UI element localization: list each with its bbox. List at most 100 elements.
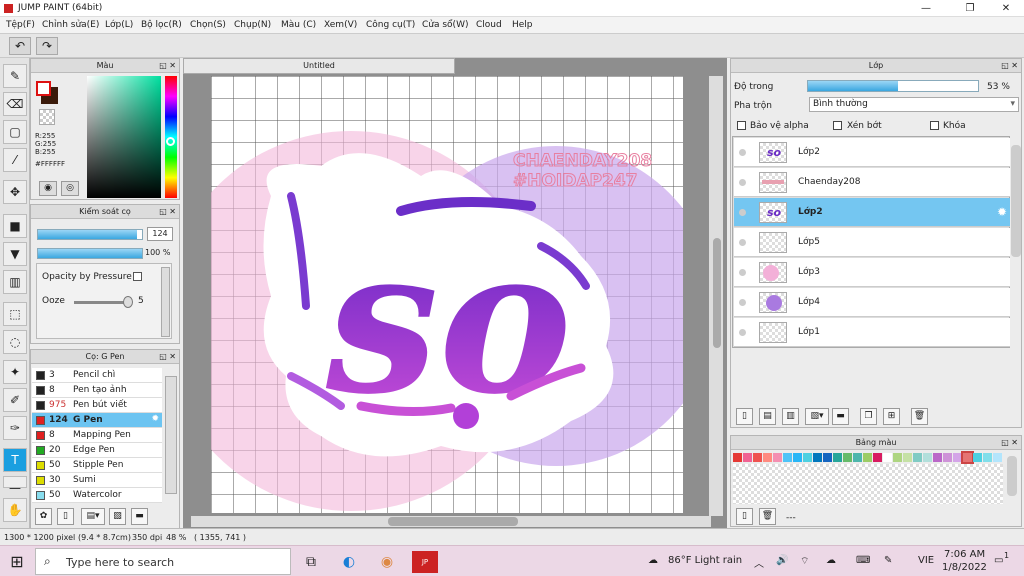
brush-list-scrollbar[interactable] <box>165 376 177 494</box>
menu-edit[interactable]: Chỉnh sửa(E) <box>42 20 99 30</box>
menu-tools[interactable]: Công cụ(T) <box>366 20 415 30</box>
brush-opacity-slider[interactable] <box>37 248 143 259</box>
network-icon[interactable]: ⌔ <box>800 555 809 568</box>
brush-item[interactable]: 30 Sumi <box>32 473 162 488</box>
layer-visibility-icon[interactable] <box>739 269 746 276</box>
menu-view[interactable]: Xem(V) <box>324 20 357 30</box>
layer-duplicate-icon[interactable]: ❐ <box>860 408 877 425</box>
layer-visibility-icon[interactable] <box>739 299 746 306</box>
palette-delete-icon[interactable]: 🗑 <box>759 508 776 525</box>
palette-swatch[interactable] <box>793 453 802 462</box>
taskbar-search[interactable]: ⌕ Type here to search <box>35 548 291 575</box>
volume-icon[interactable]: 🔊 <box>776 555 788 566</box>
notification-icon[interactable]: ▭ <box>994 555 1003 566</box>
palette-swatch[interactable] <box>961 451 974 464</box>
layer-visibility-icon[interactable] <box>739 149 746 156</box>
brush-copy-icon[interactable]: ▤▾ <box>81 508 105 525</box>
bucket-tool-icon[interactable]: ▼ <box>3 242 27 266</box>
ooze-handle[interactable] <box>123 296 133 308</box>
palette-swatch[interactable] <box>763 453 772 462</box>
panel-controls-icon[interactable]: ◱ ✕ <box>159 61 176 70</box>
windows-start-icon[interactable]: ⊞ <box>6 551 28 573</box>
layer-delete-icon[interactable]: 🗑 <box>911 408 928 425</box>
task-view-icon[interactable]: ⧉ <box>300 551 322 573</box>
palette-swatch[interactable] <box>753 453 762 462</box>
menu-file[interactable]: Tệp(F) <box>6 20 35 30</box>
palette-swatch[interactable] <box>993 453 1002 462</box>
panel-controls-icon[interactable]: ◱ ✕ <box>1001 438 1018 447</box>
eyedropper-tool-icon[interactable]: ⁄ <box>3 148 27 172</box>
palette-swatch[interactable] <box>783 453 792 462</box>
palette-swatch[interactable] <box>913 453 922 462</box>
brush-new-icon[interactable]: ▯ <box>57 508 74 525</box>
palette-swatch[interactable] <box>813 453 822 462</box>
select-pen-tool-icon[interactable]: ✐ <box>3 388 27 412</box>
menu-layer[interactable]: Lớp(L) <box>105 20 133 30</box>
panel-controls-icon[interactable]: ◱ ✕ <box>159 352 176 361</box>
gradient-tool-icon[interactable]: ▥ <box>3 270 27 294</box>
transparent-color-swatch[interactable] <box>39 109 55 125</box>
options-scrollbar[interactable] <box>161 267 170 337</box>
canvas-vscroll-thumb[interactable] <box>713 238 721 348</box>
new-layer-alt-icon[interactable]: ▤ <box>759 408 776 425</box>
select-eraser-tool-icon[interactable]: ✑ <box>3 416 27 440</box>
close-button[interactable]: ✕ <box>992 1 1020 16</box>
clipping-checkbox[interactable] <box>833 121 842 130</box>
chrome-browser-icon[interactable]: ◉ <box>376 551 398 573</box>
lasso-tool-icon[interactable]: ◌ <box>3 330 27 354</box>
minimize-button[interactable]: — <box>912 1 940 16</box>
pen-tool-icon[interactable]: ✎ <box>3 64 27 88</box>
palette-swatch[interactable] <box>823 453 832 462</box>
pen-icon[interactable]: ✎ <box>884 555 892 566</box>
palette-picker-icon[interactable]: ◉ <box>39 181 57 196</box>
palette-swatch[interactable] <box>843 453 852 462</box>
tray-chevron-icon[interactable]: ︿ <box>754 555 764 570</box>
layer-item[interactable]: Chaenday208 <box>734 168 1010 197</box>
palette-scrollbar[interactable] <box>1007 456 1017 496</box>
layer-item[interactable]: Lớp3 <box>734 258 1010 287</box>
color-picker-icon[interactable]: ◎ <box>61 181 79 196</box>
opacity-pressure-checkbox[interactable] <box>133 272 142 281</box>
hand-tool-icon[interactable]: ✋ <box>3 498 27 522</box>
brush-add-icon[interactable]: ✿ <box>35 508 52 525</box>
layer-visibility-icon[interactable] <box>739 239 746 246</box>
color-saturation-field[interactable] <box>87 76 161 198</box>
palette-swatch[interactable] <box>923 453 932 462</box>
onedrive-icon[interactable]: ☁ <box>826 555 836 566</box>
brush-settings-gear-icon[interactable]: ✹ <box>151 414 159 424</box>
brush-item[interactable]: 124 G Pen ✹ <box>32 413 162 428</box>
menu-cloud[interactable]: Cloud <box>476 20 502 30</box>
palette-swatch[interactable] <box>953 453 962 462</box>
menu-help[interactable]: Help <box>512 20 533 30</box>
layer-folder-icon[interactable]: ▬ <box>832 408 849 425</box>
primary-color-swatch[interactable] <box>36 81 51 96</box>
lock-checkbox[interactable] <box>930 121 939 130</box>
layer-item[interactable]: so Lớp2 ✹ <box>734 198 1010 227</box>
palette-add-icon[interactable]: ▯ <box>736 508 753 525</box>
brush-settings-icon[interactable]: ▧ <box>109 508 126 525</box>
edge-browser-icon[interactable]: ◐ <box>338 551 360 573</box>
menu-snap[interactable]: Chụp(N) <box>234 20 271 30</box>
layer-item[interactable]: Lớp4 <box>734 288 1010 317</box>
layer-opacity-slider[interactable] <box>807 80 979 92</box>
document-tab[interactable]: Untitled <box>183 58 455 74</box>
keyboard-icon[interactable]: ⌨ <box>856 555 870 566</box>
clock-time[interactable]: 7:06 AM <box>944 549 985 560</box>
palette-swatch[interactable] <box>983 453 992 462</box>
undo-button[interactable]: ↶ <box>9 37 31 55</box>
protect-alpha-checkbox[interactable] <box>737 121 746 130</box>
palette-swatch[interactable] <box>853 453 862 462</box>
palette-swatch[interactable] <box>833 453 842 462</box>
clock-date[interactable]: 1/8/2022 <box>942 562 987 573</box>
layer-visibility-icon[interactable] <box>739 329 746 336</box>
hue-handle[interactable] <box>166 137 175 146</box>
input-language[interactable]: VIE <box>918 555 934 566</box>
palette-swatch[interactable] <box>883 453 892 462</box>
brush-item[interactable]: 50 Stipple Pen <box>32 458 162 473</box>
brush-item[interactable]: 8 Mapping Pen <box>32 428 162 443</box>
magic-wand-tool-icon[interactable]: ✦ <box>3 360 27 384</box>
layer-item[interactable]: so Lớp2 <box>734 138 1010 167</box>
eraser-tool-icon[interactable]: ⌫ <box>3 92 27 116</box>
select-rect-tool-icon[interactable]: ⬚ <box>3 302 27 326</box>
redo-button[interactable]: ↷ <box>36 37 58 55</box>
